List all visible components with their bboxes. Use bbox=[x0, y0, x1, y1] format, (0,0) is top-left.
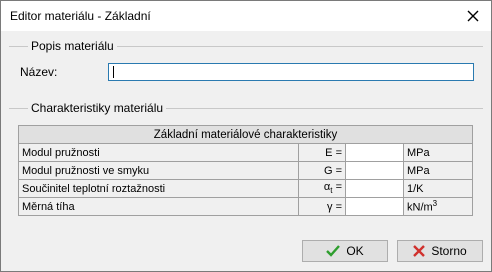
ok-button[interactable]: OK bbox=[302, 240, 388, 262]
row-symbol: E = bbox=[298, 143, 346, 162]
characteristics-table: Základní materiálové charakteristiky Mod… bbox=[17, 125, 473, 216]
table-row: Modul pružnosti ve smyku G = MPa bbox=[17, 161, 473, 180]
table-row: Modul pružnosti E = MPa bbox=[17, 143, 473, 162]
cancel-label: Storno bbox=[431, 244, 467, 258]
row-value-input[interactable] bbox=[345, 197, 404, 216]
row-value-input[interactable] bbox=[345, 143, 404, 162]
group-label-description: Popis materiálu bbox=[28, 39, 117, 53]
name-input[interactable] bbox=[108, 63, 474, 81]
title-bar: Editor materiálu - Základní bbox=[1, 1, 491, 31]
row-name: Měrná tíha bbox=[17, 197, 300, 216]
row-symbol: γ = bbox=[298, 197, 346, 216]
table-header-row: Základní materiálové charakteristiky bbox=[18, 125, 473, 144]
table-header: Základní materiálové charakteristiky bbox=[18, 125, 473, 144]
editor-dialog: Editor materiálu - Základní Popis materi… bbox=[0, 0, 492, 272]
group-label-characteristics: Charakteristiky materiálu bbox=[28, 101, 167, 115]
row-name: Modul pružnosti ve smyku bbox=[17, 161, 300, 180]
row-name: Součinitel teplotní roztažnosti bbox=[17, 179, 300, 198]
name-label: Název: bbox=[20, 65, 58, 79]
table-row: Měrná tíha γ = kN/m3 bbox=[17, 197, 473, 216]
row-unit: MPa bbox=[403, 143, 473, 162]
text-caret bbox=[113, 66, 114, 78]
row-unit: MPa bbox=[403, 161, 473, 180]
close-icon[interactable] bbox=[461, 4, 485, 28]
check-icon bbox=[326, 245, 341, 257]
row-symbol: αt = bbox=[298, 179, 346, 198]
dialog-body: Popis materiálu Název: Charakteristiky m… bbox=[1, 31, 491, 271]
ok-label: OK bbox=[346, 244, 364, 258]
cross-icon bbox=[413, 245, 426, 257]
row-name: Modul pružnosti bbox=[17, 143, 300, 162]
row-unit: kN/m3 bbox=[403, 197, 473, 216]
table-row: Součinitel teplotní roztažnosti αt = 1/K bbox=[17, 179, 473, 198]
row-unit: 1/K bbox=[403, 179, 473, 198]
row-symbol: G = bbox=[298, 161, 346, 180]
window-title: Editor materiálu - Základní bbox=[10, 9, 151, 23]
row-value-input[interactable] bbox=[345, 161, 404, 180]
cancel-button[interactable]: Storno bbox=[397, 240, 483, 262]
row-value-input[interactable] bbox=[345, 179, 404, 198]
